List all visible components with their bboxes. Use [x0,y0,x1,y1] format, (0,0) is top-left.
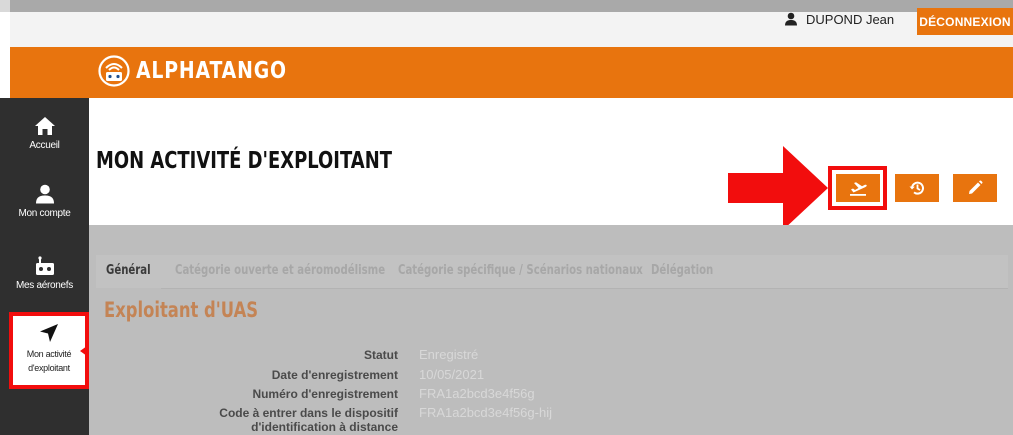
field-label-statut: Statut [364,348,398,362]
field-value-code: FRA1a2bcd3e4f56g-hij [419,405,552,420]
drone-icon [35,256,54,275]
sidebar-item-mes-aeronefs[interactable]: Mes aéronefs [0,256,89,292]
logo-remote-icon [98,55,130,87]
user-icon [785,12,797,26]
alphatango-logo[interactable]: ALPHATANGO [98,55,320,87]
sidebar-item-label: Mon compte [18,208,71,219]
history-button[interactable] [895,174,939,202]
field-value-date: 10/05/2021 [419,367,485,382]
plane-takeoff-icon [850,182,867,196]
field-value-statut: Enregistré [419,347,479,362]
history-icon [909,181,924,195]
sidebar-item-label: Accueil [29,140,60,151]
sidebar-item-label-line1: Mon activité [26,349,72,359]
page-title: MON ACTIVITÉ D'EXPLOITANT [96,148,392,174]
field-label-code: Code à entrer dans le dispositif d'ident… [219,406,398,434]
sidebar-item-accueil[interactable]: Accueil [0,116,89,152]
active-tab-indicator [96,288,161,291]
section-title: Exploitant d'UAS [104,298,259,322]
brand-header: ALPHATANGO [10,47,1013,98]
home-icon [34,117,55,135]
tab-general[interactable]: Général [106,263,151,278]
sidebar-item-label-line2: d'exploitant [28,363,70,373]
user-icon [35,184,54,204]
annotation-arrow-2 [728,146,828,230]
tab-bar: Général Catégorie ouverte et aéromodélis… [96,255,1008,289]
sidebar-item-mon-activite[interactable]: Mon activité d'exploitant [13,316,85,385]
sidebar-item-label: Mes aéronefs [16,280,73,291]
tab-delegation[interactable]: Délégation [651,263,713,278]
field-value-numero: FRA1a2bcd3e4f56g [419,386,535,401]
tab-categorie-specifique[interactable]: Catégorie spécifique / Scénarios nationa… [398,263,643,278]
field-label-code-line1: Code à entrer dans le dispositif [219,406,398,420]
user-menu[interactable]: DUPOND Jean [784,9,894,29]
field-label-code-line2: d'identification à distance [251,420,398,434]
flight-declaration-button[interactable] [836,174,880,202]
field-label-numero: Numéro d'enregistrement [252,387,398,401]
logout-button[interactable]: DÉCONNEXION [917,8,1013,35]
navigation-arrow-icon [40,324,58,342]
field-label-date: Date d'enregistrement [271,368,398,382]
user-name: DUPOND Jean [806,11,895,27]
tab-categorie-ouverte[interactable]: Catégorie ouverte et aéromodélisme [175,263,385,278]
pencil-icon [969,180,983,194]
logo-text: ALPHATANGO [136,58,287,84]
edit-button[interactable] [953,174,997,202]
sidebar-item-mon-compte[interactable]: Mon compte [0,184,89,220]
app-screen: DUPOND Jean DÉCONNEXION ALPHATANGO Accue… [0,0,1013,435]
